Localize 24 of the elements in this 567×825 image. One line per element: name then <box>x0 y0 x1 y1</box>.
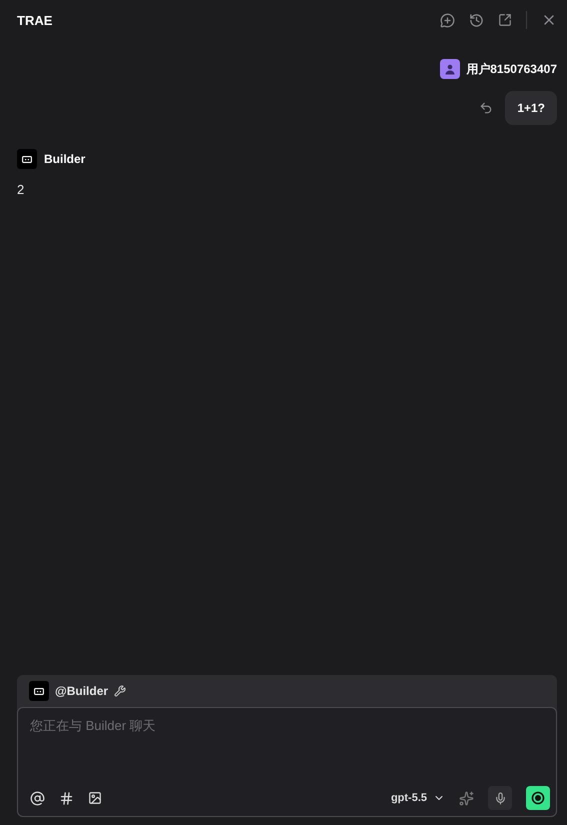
hash-icon[interactable] <box>59 790 74 806</box>
microphone-button[interactable] <box>488 786 512 810</box>
history-icon[interactable] <box>469 12 484 28</box>
agent-name: Builder <box>44 152 86 166</box>
image-icon[interactable] <box>88 791 102 805</box>
tools-icon <box>114 685 126 697</box>
user-message: 1+1? <box>505 91 557 125</box>
mention-icon[interactable] <box>30 790 45 806</box>
send-button[interactable] <box>526 786 550 810</box>
record-icon <box>531 791 545 805</box>
robot-icon <box>34 688 44 694</box>
robot-icon <box>22 156 32 162</box>
microphone-icon <box>494 792 506 804</box>
agent-mention: @Builder <box>55 684 108 698</box>
app-title: TRAE <box>17 12 54 28</box>
new-chat-icon[interactable] <box>440 12 455 28</box>
user-name: 用户8150763407 <box>466 60 557 78</box>
agent-message: 2 <box>17 182 26 197</box>
user-avatar <box>440 59 460 79</box>
external-link-icon[interactable] <box>498 13 512 27</box>
model-selector[interactable]: gpt-5.5 <box>390 792 445 804</box>
sparkle-icon[interactable] <box>459 790 474 806</box>
undo-icon[interactable] <box>479 101 494 115</box>
chat-input-field[interactable]: 您正在与 Builder 聊天 gpt-5.5 <box>17 707 557 817</box>
